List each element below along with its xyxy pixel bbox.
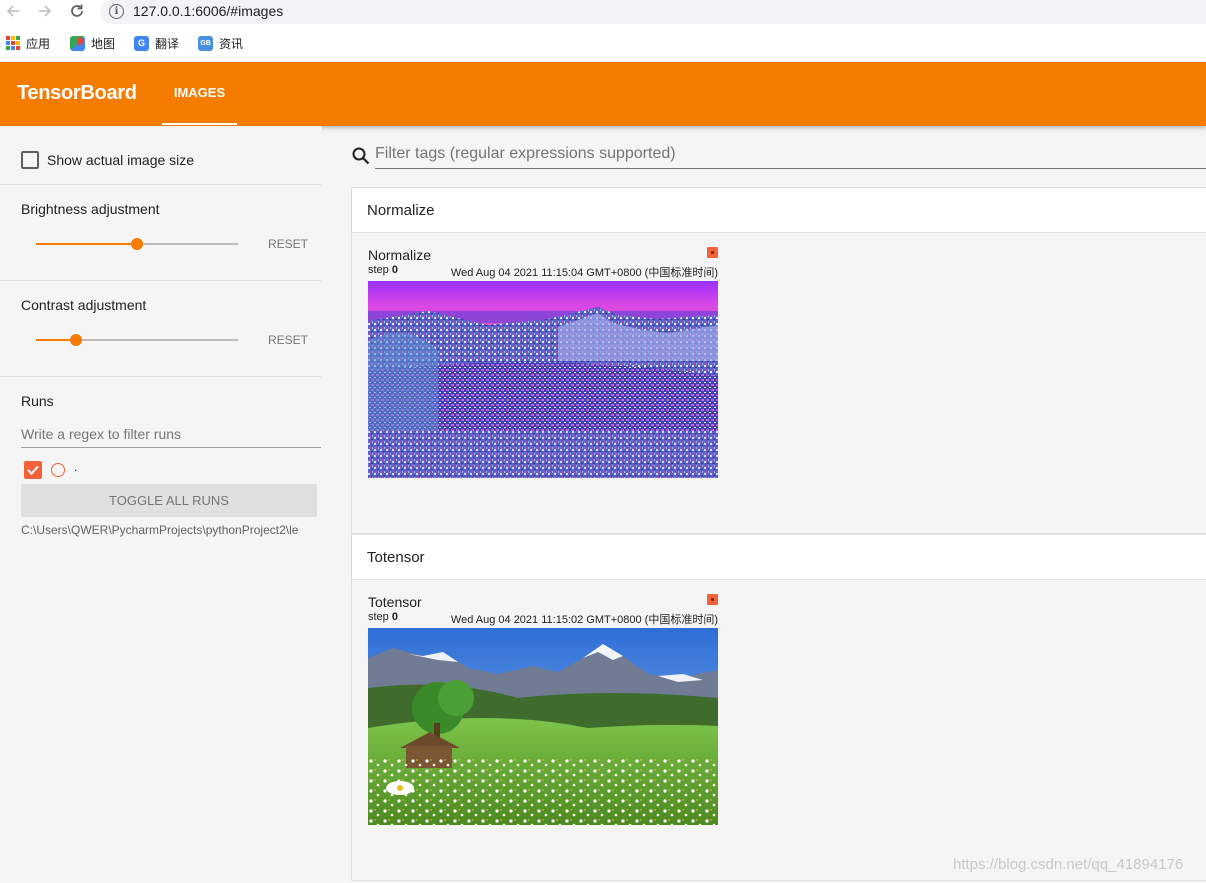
bookmark-translate[interactable]: G 翻译	[134, 34, 179, 52]
brightness-label: Brightness adjustment	[21, 201, 160, 217]
wall-time: Wed Aug 04 2021 11:15:04 GMT+0800 (中国标准时…	[450, 267, 718, 279]
runs-title: Runs	[21, 393, 54, 409]
show-actual-size-checkbox[interactable]	[21, 151, 39, 169]
category-header[interactable]: Totensor	[352, 535, 1206, 580]
translate-icon: G	[134, 35, 149, 51]
show-actual-size-label[interactable]: Show actual image size	[47, 152, 194, 168]
reload-icon[interactable]	[66, 0, 88, 22]
search-icon	[352, 147, 370, 165]
tensor-image	[368, 628, 718, 825]
active-tab-indicator	[162, 123, 237, 125]
contrast-label: Contrast adjustment	[21, 297, 147, 313]
slider-fill	[36, 243, 137, 245]
slider-knob[interactable]	[131, 238, 143, 250]
divider	[0, 376, 321, 377]
divider	[0, 280, 321, 281]
info-icon[interactable]: i	[109, 4, 124, 19]
bookmark-maps[interactable]: 地图	[70, 34, 115, 52]
run-filter-input[interactable]: Write a regex to filter runs	[21, 422, 321, 448]
tab-images[interactable]: IMAGES	[162, 62, 237, 126]
bookmark-label: 资讯	[219, 36, 244, 51]
arrow-right-icon[interactable]	[34, 0, 56, 22]
category-normalize: Normalize Normalize step 0 Wed Aug 04 20…	[351, 187, 1206, 534]
run-color-icon[interactable]	[707, 594, 718, 605]
maps-icon	[70, 35, 85, 51]
arrow-left-icon[interactable]	[2, 0, 24, 22]
tag-filter-input[interactable]: Filter tags (regular expressions support…	[375, 145, 1206, 169]
run-name: .	[74, 460, 78, 474]
bookmark-news[interactable]: GB 资讯	[198, 34, 243, 52]
logdir-path: C:\Users\QWER\PycharmProjects\pythonProj…	[21, 523, 299, 537]
sidebar: Show actual image size Brightness adjust…	[0, 126, 322, 883]
normalized-image	[368, 281, 718, 478]
watermark: https://blog.csdn.net/qq_41894176	[953, 856, 1184, 873]
category-header[interactable]: Normalize	[352, 188, 1206, 233]
step-label: step 0	[368, 264, 398, 276]
card-title: Normalize	[368, 247, 432, 263]
contrast-reset-button[interactable]: RESET	[268, 333, 308, 347]
address-bar[interactable]: i 127.0.0.1:6006/#images	[100, 0, 1206, 24]
divider	[0, 184, 321, 185]
brightness-reset-button[interactable]: RESET	[268, 237, 308, 251]
toggle-all-runs-button[interactable]: TOGGLE ALL RUNS	[21, 484, 317, 517]
browser-toolbar: i 127.0.0.1:6006/#images	[0, 0, 1206, 25]
bookmarks-bar: 应用 地图 G 翻译 GB 资讯	[0, 25, 1206, 62]
app-header: TensorBoard IMAGES	[0, 62, 1206, 126]
image-card: Normalize step 0 Wed Aug 04 2021 11:15:0…	[352, 233, 1206, 533]
run-color-radio[interactable]	[51, 463, 65, 477]
url-text[interactable]: 127.0.0.1:6006/#images	[133, 3, 283, 19]
run-color-icon[interactable]	[707, 247, 718, 258]
bookmark-label: 应用	[26, 36, 51, 51]
bookmark-apps[interactable]: 应用	[6, 34, 50, 52]
slider-knob[interactable]	[70, 334, 83, 346]
news-icon: GB	[198, 35, 213, 51]
apps-icon	[6, 36, 20, 50]
bookmark-label: 地图	[91, 36, 116, 51]
bookmark-label: 翻译	[155, 36, 180, 51]
image-card: Totensor step 0 Wed Aug 04 2021 11:15:02…	[352, 580, 1206, 880]
app-title: TensorBoard	[17, 82, 137, 104]
wall-time: Wed Aug 04 2021 11:15:02 GMT+0800 (中国标准时…	[450, 614, 718, 626]
run-checkbox[interactable]	[24, 461, 42, 479]
card-title: Totensor	[368, 594, 422, 610]
category-totensor: Totensor Totensor step 0 Wed Aug 04 2021…	[351, 534, 1206, 881]
step-label: step 0	[368, 611, 398, 623]
